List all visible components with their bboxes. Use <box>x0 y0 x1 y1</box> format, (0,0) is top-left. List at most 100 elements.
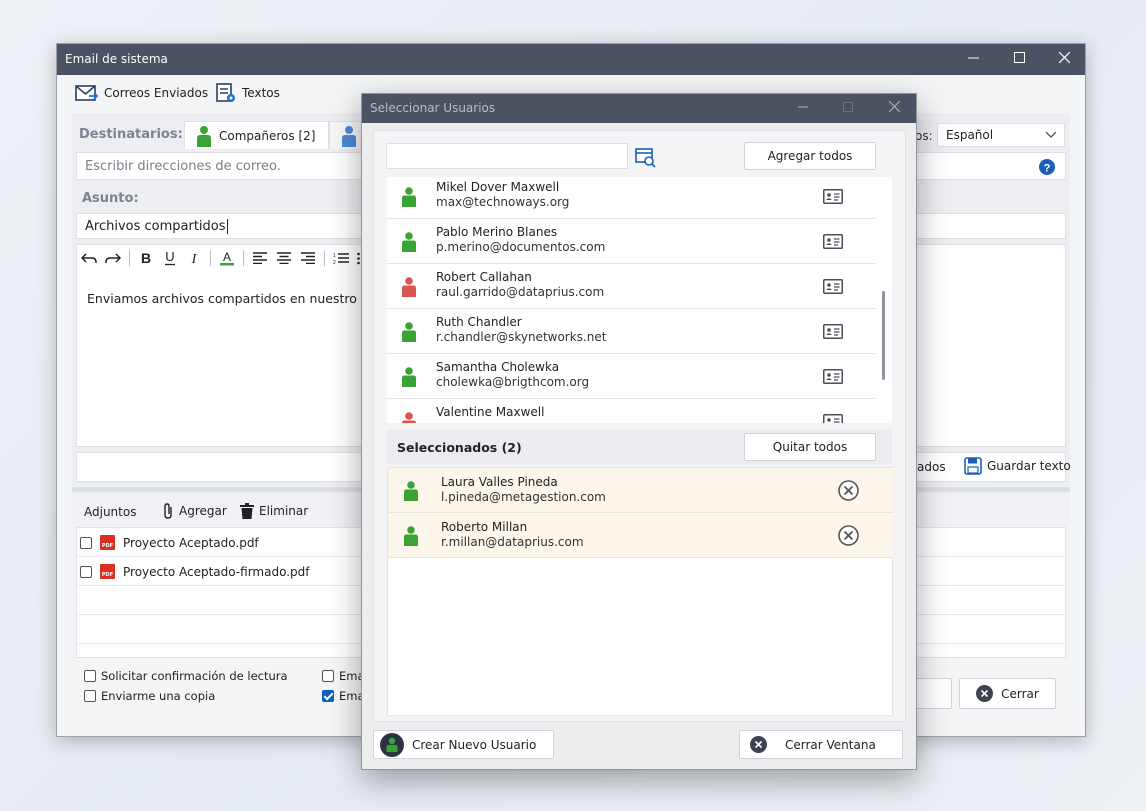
user-row[interactable]: Ruth Chandler r.chandler@skynetworks.net <box>387 309 876 354</box>
close-circle-icon <box>976 685 994 702</box>
undo-button[interactable] <box>77 246 101 270</box>
close-circle-icon <box>750 736 767 753</box>
add-all-label: Agregar todos <box>767 149 853 163</box>
texts-icon <box>216 83 235 102</box>
list-item[interactable]: PDF Proyecto Aceptado.pdf <box>80 535 259 550</box>
align-right-button[interactable] <box>296 246 320 270</box>
dialog-title: Seleccionar Usuarios <box>370 101 496 115</box>
list-item[interactable]: PDF Proyecto Aceptado-firmado.pdf <box>80 564 310 579</box>
minimize-icon <box>967 57 979 59</box>
selected-label: Seleccionados (2) <box>397 440 522 455</box>
pdf-file-icon: PDF <box>100 535 115 550</box>
email-option-1-checkbox[interactable] <box>322 670 334 682</box>
users-scrollbar[interactable] <box>882 291 885 380</box>
delete-attachment-button[interactable]: Eliminar <box>240 503 308 519</box>
italic-button[interactable]: I <box>182 246 206 270</box>
numbered-list-button[interactable]: 12 <box>329 246 353 270</box>
users-list: Mikel Dover Maxwell max@technoways.org Pab… <box>387 177 892 423</box>
align-left-icon <box>253 252 267 264</box>
contact-card-icon[interactable] <box>823 369 843 384</box>
attachment-name: Proyecto Aceptado.pdf <box>123 535 259 550</box>
minimize-button[interactable] <box>950 44 996 75</box>
add-all-button[interactable]: Agregar todos <box>744 142 876 170</box>
user-row[interactable]: Mikel Dover Maxwell max@technoways.org <box>387 177 876 219</box>
contact-card-icon[interactable] <box>823 414 843 423</box>
user-row[interactable]: Pablo Merino Blanes p.merino@documentos.c… <box>387 219 876 264</box>
close-button[interactable]: Cerrar <box>959 678 1056 709</box>
text-color-button[interactable]: A <box>215 246 239 270</box>
selected-user-name: Roberto Millan <box>441 520 528 534</box>
user-icon <box>402 412 416 423</box>
user-search-input[interactable] <box>386 143 628 169</box>
user-email: max@technoways.org <box>436 195 570 209</box>
email-option-1[interactable]: Ema <box>322 669 365 683</box>
user-name: Valentine Maxwell <box>436 405 545 419</box>
email-option-2[interactable]: Ema <box>322 689 365 703</box>
maximize-icon <box>843 102 853 112</box>
remove-icon[interactable] <box>838 480 859 501</box>
close-icon <box>1058 51 1070 64</box>
attachment-checkbox[interactable] <box>80 565 92 578</box>
attachment-checkbox[interactable] <box>80 536 92 549</box>
align-left-button[interactable] <box>248 246 272 270</box>
add-attachment-label: Agregar <box>179 504 227 518</box>
user-blue-icon <box>342 125 356 147</box>
user-name: Robert Callahan <box>436 270 532 284</box>
align-center-button[interactable] <box>272 246 296 270</box>
save-text-label: Guardar texto <box>987 459 1071 473</box>
add-attachment-button[interactable]: Agregar <box>162 503 227 519</box>
save-text-button[interactable]: Guardar texto <box>964 457 1071 475</box>
language-select[interactable]: Español <box>937 123 1065 147</box>
attachments-label: Adjuntos <box>84 505 137 519</box>
remove-all-button[interactable]: Quitar todos <box>744 433 876 461</box>
divider <box>243 250 244 266</box>
search-users-icon[interactable] <box>635 148 657 168</box>
read-confirmation-checkbox[interactable] <box>84 670 96 682</box>
user-row[interactable]: Robert Callahan raul.garrido@dataprius.co… <box>387 264 876 309</box>
send-copy-checkbox[interactable] <box>84 690 96 702</box>
remove-all-label: Quitar todos <box>772 440 848 454</box>
send-button[interactable] <box>912 678 952 709</box>
create-user-button[interactable]: Crear Nuevo Usuario <box>373 730 554 759</box>
selected-user-row[interactable]: Roberto Millan r.millan@dataprius.com <box>388 513 893 558</box>
create-user-label: Crear Nuevo Usuario <box>412 737 537 752</box>
user-row[interactable]: Samantha Cholewka cholewka@brigthcom.org <box>387 354 876 399</box>
remove-icon[interactable] <box>838 525 859 546</box>
texts-button[interactable]: Textos <box>215 82 280 104</box>
send-copy-option[interactable]: Enviarme una copia <box>84 689 215 703</box>
help-icon[interactable]: ? <box>1039 159 1055 175</box>
close-dialog-label: Cerrar Ventana <box>785 737 876 752</box>
send-copy-label: Enviarme una copia <box>101 689 216 703</box>
contact-card-icon[interactable] <box>823 279 843 294</box>
user-icon <box>404 481 418 501</box>
selected-list: Laura Valles Pineda l.pineda@metagestion.… <box>387 467 893 716</box>
dialog-minimize-button[interactable] <box>780 94 826 123</box>
user-icon <box>404 526 418 546</box>
divider <box>129 250 130 266</box>
close-dialog-button[interactable]: Cerrar Ventana <box>739 730 903 759</box>
bold-button[interactable]: B <box>134 246 158 270</box>
contact-card-icon[interactable] <box>823 189 843 204</box>
redo-button[interactable] <box>101 246 125 270</box>
user-email: p.merino@documentos.com <box>436 240 606 254</box>
svg-text:?: ? <box>1044 163 1051 175</box>
maximize-button[interactable] <box>996 44 1042 75</box>
user-row[interactable]: Valentine Maxwell <box>387 399 876 423</box>
read-confirmation-option[interactable]: Solicitar confirmación de lectura <box>84 669 288 683</box>
tab-companions[interactable]: Compañeros [2] <box>184 121 329 149</box>
undo-icon <box>81 253 97 263</box>
underline-button[interactable]: U <box>158 246 182 270</box>
contact-card-icon[interactable] <box>823 234 843 249</box>
recipients-label: Destinatarios: <box>79 127 183 142</box>
user-icon <box>402 322 416 342</box>
divider <box>210 250 211 266</box>
contact-card-icon[interactable] <box>823 324 843 339</box>
saved-texts-label[interactable]: ados <box>917 460 946 474</box>
close-window-button[interactable] <box>1041 44 1087 75</box>
subject-label: Asunto: <box>82 191 139 206</box>
user-name: Samantha Cholewka <box>436 360 560 374</box>
email-option-2-checkbox[interactable] <box>322 690 334 702</box>
dialog-close-button[interactable] <box>871 94 917 123</box>
selected-user-row[interactable]: Laura Valles Pineda l.pineda@metagestion.… <box>388 468 893 513</box>
sent-emails-button[interactable]: Correos Enviados <box>75 82 208 104</box>
